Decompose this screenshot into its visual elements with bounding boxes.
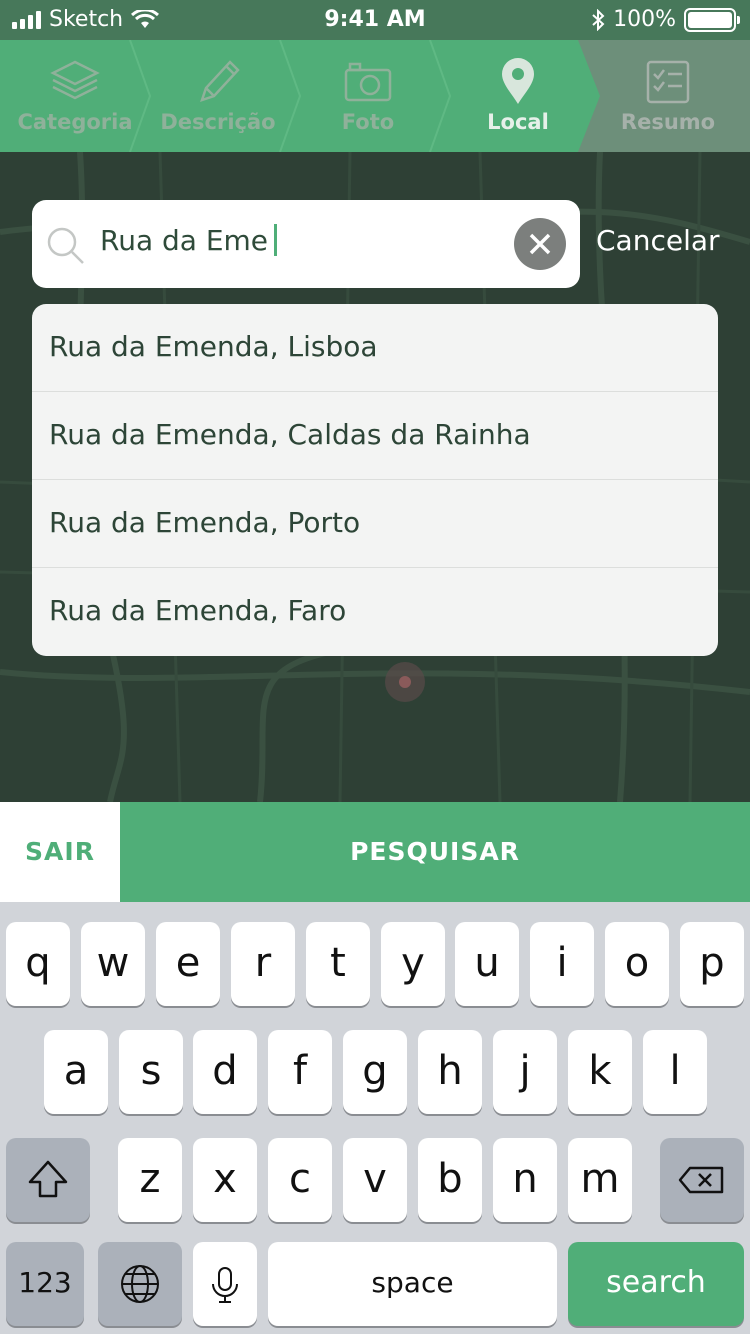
key-q[interactable]: q bbox=[6, 922, 70, 1006]
key-e[interactable]: e bbox=[156, 922, 220, 1006]
cancel-button[interactable]: Cancelar bbox=[596, 224, 720, 257]
globe-key[interactable] bbox=[98, 1242, 182, 1326]
microphone-key[interactable] bbox=[193, 1242, 257, 1326]
space-key[interactable]: space bbox=[268, 1242, 557, 1326]
key-m[interactable]: m bbox=[568, 1138, 632, 1222]
step-resumo[interactable]: Resumo bbox=[593, 40, 743, 152]
key-p[interactable]: p bbox=[680, 922, 744, 1006]
shift-icon bbox=[28, 1160, 68, 1198]
key-d[interactable]: d bbox=[193, 1030, 257, 1114]
text-caret bbox=[274, 224, 278, 256]
map-pin-icon bbox=[502, 58, 534, 104]
suggestion-item[interactable]: Rua da Emenda, Porto bbox=[32, 480, 718, 568]
clear-icon bbox=[529, 233, 551, 255]
camera-icon bbox=[344, 62, 392, 102]
address-search-field[interactable]: Rua da Eme bbox=[32, 200, 580, 288]
bluetooth-icon bbox=[592, 8, 605, 31]
clear-search-button[interactable] bbox=[514, 218, 566, 270]
key-o[interactable]: o bbox=[605, 922, 669, 1006]
suggestion-label: Rua da Emenda, Lisboa bbox=[49, 330, 378, 363]
clipboard-icon bbox=[646, 60, 690, 104]
numbers-key[interactable]: 123 bbox=[6, 1242, 84, 1326]
key-k[interactable]: k bbox=[568, 1030, 632, 1114]
key-v[interactable]: v bbox=[343, 1138, 407, 1222]
suggestion-label: Rua da Emenda, Porto bbox=[49, 506, 361, 539]
key-b[interactable]: b bbox=[418, 1138, 482, 1222]
suggestion-label: Rua da Emenda, Caldas da Rainha bbox=[49, 418, 531, 451]
pencil-icon bbox=[200, 60, 240, 102]
step-label: Categoria bbox=[17, 110, 133, 134]
step-categoria[interactable]: Categoria bbox=[0, 40, 150, 152]
key-g[interactable]: g bbox=[343, 1030, 407, 1114]
key-f[interactable]: f bbox=[268, 1030, 332, 1114]
key-t[interactable]: t bbox=[306, 922, 370, 1006]
suggestion-label: Rua da Emenda, Faro bbox=[49, 594, 347, 627]
battery-fill bbox=[688, 11, 732, 28]
search-input[interactable]: Rua da Eme bbox=[100, 224, 278, 257]
key-s[interactable]: s bbox=[119, 1030, 183, 1114]
key-c[interactable]: c bbox=[268, 1138, 332, 1222]
battery-icon bbox=[684, 7, 740, 32]
status-bar: Sketch 9:41 AM 100% bbox=[0, 0, 750, 40]
key-h[interactable]: h bbox=[418, 1030, 482, 1114]
key-j[interactable]: j bbox=[493, 1030, 557, 1114]
keyboard-search-key[interactable]: search bbox=[568, 1242, 744, 1326]
key-x[interactable]: x bbox=[193, 1138, 257, 1222]
action-bar: SAIR PESQUISAR bbox=[0, 802, 750, 902]
key-l[interactable]: l bbox=[643, 1030, 707, 1114]
exit-button[interactable]: SAIR bbox=[0, 802, 120, 902]
step-descricao[interactable]: Descrição bbox=[143, 40, 293, 152]
key-y[interactable]: y bbox=[381, 922, 445, 1006]
step-label: Local bbox=[487, 110, 549, 134]
backspace-icon bbox=[678, 1166, 724, 1194]
suggestion-item[interactable]: Rua da Emenda, Lisboa bbox=[32, 304, 718, 392]
step-label: Descrição bbox=[160, 110, 276, 134]
key-u[interactable]: u bbox=[455, 922, 519, 1006]
layers-icon bbox=[50, 60, 100, 100]
microphone-icon bbox=[212, 1267, 238, 1303]
key-i[interactable]: i bbox=[530, 922, 594, 1006]
key-z[interactable]: z bbox=[118, 1138, 182, 1222]
step-label: Foto bbox=[341, 110, 395, 134]
step-local[interactable]: Local bbox=[443, 40, 593, 152]
keyboard: q w e r t y u i o p a s d f g h j k l z … bbox=[0, 902, 750, 1334]
key-r[interactable]: r bbox=[231, 922, 295, 1006]
step-label: Resumo bbox=[620, 110, 716, 134]
suggestion-item[interactable]: Rua da Emenda, Faro bbox=[32, 568, 718, 656]
key-w[interactable]: w bbox=[81, 922, 145, 1006]
key-a[interactable]: a bbox=[44, 1030, 108, 1114]
key-n[interactable]: n bbox=[493, 1138, 557, 1222]
search-icon bbox=[47, 227, 84, 264]
globe-icon bbox=[121, 1265, 159, 1303]
suggestions-list: Rua da Emenda, Lisboa Rua da Emenda, Cal… bbox=[32, 304, 718, 656]
search-submit-button[interactable]: PESQUISAR bbox=[120, 802, 750, 902]
shift-key[interactable] bbox=[6, 1138, 90, 1222]
step-foto[interactable]: Foto bbox=[293, 40, 443, 152]
status-right: 100% bbox=[591, 7, 740, 32]
search-input-value: Rua da Eme bbox=[100, 224, 269, 257]
suggestion-item[interactable]: Rua da Emenda, Caldas da Rainha bbox=[32, 392, 718, 480]
battery-percent: 100% bbox=[613, 7, 676, 32]
backspace-key[interactable] bbox=[660, 1138, 744, 1222]
step-progress-bar: Categoria Descrição Foto Local Resumo bbox=[0, 40, 750, 152]
